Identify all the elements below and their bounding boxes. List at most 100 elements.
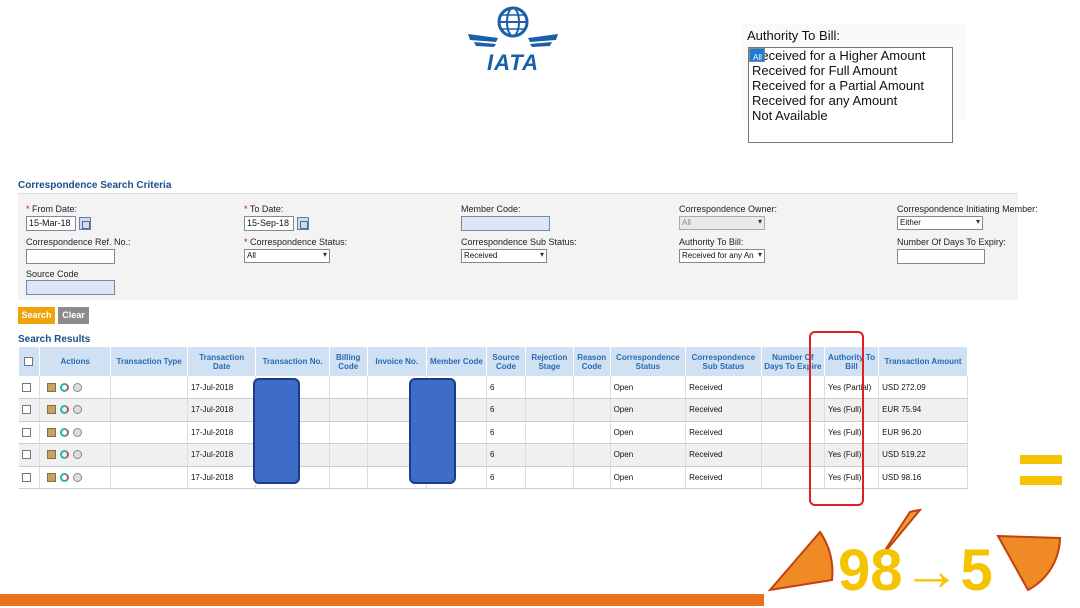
initiating-member-label: Correspondence Initiating Member: — [897, 204, 1038, 214]
column-header[interactable]: Rejection Stage — [525, 347, 574, 376]
days-expiry-input[interactable] — [897, 249, 985, 264]
rejection-stage-cell — [525, 376, 574, 399]
to-date-input[interactable]: 15-Sep-18 — [244, 216, 294, 231]
from-date-input[interactable]: 15-Mar-18 — [26, 216, 76, 231]
source-code-cell: 6 — [486, 398, 526, 422]
days-expiry-label: Number Of Days To Expiry: — [897, 237, 1006, 247]
authority-option-partial[interactable]: Received for a Partial Amount — [749, 78, 952, 93]
chevron-down-icon: ▾ — [539, 250, 544, 259]
column-header[interactable]: Transaction Amount — [878, 347, 968, 376]
transaction-type-cell — [110, 443, 188, 467]
transaction-type-cell — [110, 421, 188, 444]
column-header[interactable]: Correspondence Sub Status — [685, 347, 762, 376]
owner-select[interactable]: All ▾ — [679, 216, 765, 230]
authority-select[interactable]: Received for any An ▾ — [679, 249, 765, 263]
iata-logo-text: IATA — [486, 50, 540, 75]
chevron-down-icon: ▾ — [975, 217, 980, 226]
amount-cell: USD 272.09 — [878, 376, 968, 399]
ref-no-label: Correspondence Ref. No.: — [26, 237, 131, 247]
row-checkbox[interactable] — [22, 427, 31, 437]
transaction-type-cell — [110, 466, 188, 489]
column-header[interactable]: Billing Code — [329, 347, 368, 376]
status-select[interactable]: All ▾ — [244, 249, 330, 263]
source-code-input[interactable] — [26, 280, 115, 295]
sub-status-cell: Received — [685, 466, 762, 489]
authority-option-higher[interactable]: Received for a Higher Amount — [749, 48, 952, 63]
status-label: * Correspondence Status: — [244, 237, 348, 247]
chevron-down-icon: ▾ — [322, 250, 327, 259]
rejection-stage-cell — [525, 466, 574, 489]
transaction-date-cell: 17-Jul-2018 — [187, 421, 257, 444]
edit-mail-icon[interactable] — [46, 472, 56, 482]
authority-option-all[interactable]: All — [749, 48, 765, 62]
column-header[interactable]: Actions — [39, 347, 112, 376]
authority-popup-title: Authority To Bill: — [747, 28, 840, 43]
member-code-input[interactable] — [461, 216, 550, 231]
authority-option-not-available[interactable]: Not Available — [749, 108, 952, 123]
initiating-member-select[interactable]: Either ▾ — [897, 216, 983, 230]
clear-button[interactable]: Clear — [58, 307, 89, 324]
edit-mail-icon[interactable] — [46, 382, 56, 392]
billing-code-cell — [329, 443, 368, 467]
calendar-icon[interactable] — [79, 217, 91, 230]
status-cell: Open — [610, 398, 687, 422]
sub-status-select[interactable]: Received ▾ — [461, 249, 547, 263]
member-code-label: Member Code: — [461, 204, 521, 214]
info-icon[interactable] — [72, 450, 82, 460]
search-button[interactable]: Search — [18, 307, 55, 324]
decorative-fans-graphic: 98→5 — [767, 455, 1062, 603]
row-checkbox[interactable] — [22, 382, 31, 392]
reason-code-cell — [573, 398, 611, 422]
authority-listbox[interactable]: All Received for a Higher Amount Receive… — [748, 47, 953, 143]
edit-mail-icon[interactable] — [46, 405, 56, 415]
column-header[interactable]: Reason Code — [573, 347, 611, 376]
source-code-cell: 6 — [486, 443, 526, 467]
source-code-cell: 6 — [486, 376, 526, 399]
status-cell: Open — [610, 376, 687, 399]
reason-code-cell — [573, 466, 611, 489]
cycle-icon[interactable] — [59, 472, 69, 482]
column-header[interactable]: Transaction Type — [110, 347, 188, 376]
info-icon[interactable] — [72, 427, 82, 437]
column-header[interactable]: Transaction No. — [255, 347, 330, 376]
column-header[interactable]: Invoice No. — [367, 347, 427, 376]
source-code-cell: 6 — [486, 466, 526, 489]
cycle-icon[interactable] — [59, 450, 69, 460]
ref-no-input[interactable] — [26, 249, 115, 264]
cycle-icon[interactable] — [59, 405, 69, 415]
transaction-date-cell: 17-Jul-2018 — [187, 466, 257, 489]
status-cell: Open — [610, 466, 687, 489]
column-header[interactable]: Transaction Date — [187, 347, 257, 376]
transaction-type-cell — [110, 376, 188, 399]
column-header[interactable]: Member Code — [426, 347, 488, 376]
reason-code-cell — [573, 376, 611, 399]
column-header[interactable]: Source Code — [486, 347, 526, 376]
edit-mail-icon[interactable] — [46, 427, 56, 437]
reason-code-cell — [573, 421, 611, 444]
select-all-checkbox[interactable] — [19, 347, 40, 376]
row-checkbox[interactable] — [22, 405, 31, 415]
status-cell: Open — [610, 421, 687, 444]
row-checkbox[interactable] — [22, 450, 31, 460]
sub-status-cell: Received — [685, 443, 762, 467]
owner-label: Correspondence Owner: — [679, 204, 778, 214]
criteria-title: Correspondence Search Criteria — [18, 180, 172, 191]
edit-mail-icon[interactable] — [46, 450, 56, 460]
authority-label: Authority To Bill: — [679, 237, 744, 247]
cycle-icon[interactable] — [59, 382, 69, 392]
billing-code-cell — [329, 398, 368, 422]
authority-option-full[interactable]: Received for Full Amount — [749, 63, 952, 78]
reason-code-cell — [573, 443, 611, 467]
row-checkbox[interactable] — [22, 472, 31, 482]
sub-status-cell: Received — [685, 376, 762, 399]
transaction-date-cell: 17-Jul-2018 — [187, 443, 257, 467]
calendar-icon[interactable] — [297, 217, 309, 230]
cycle-icon[interactable] — [59, 427, 69, 437]
info-icon[interactable] — [72, 472, 82, 482]
info-icon[interactable] — [72, 405, 82, 415]
column-header[interactable]: Correspondence Status — [610, 347, 687, 376]
authority-option-any[interactable]: Received for any Amount — [749, 93, 952, 108]
info-icon[interactable] — [72, 382, 82, 392]
sub-status-cell: Received — [685, 421, 762, 444]
source-code-label: Source Code — [26, 269, 79, 279]
